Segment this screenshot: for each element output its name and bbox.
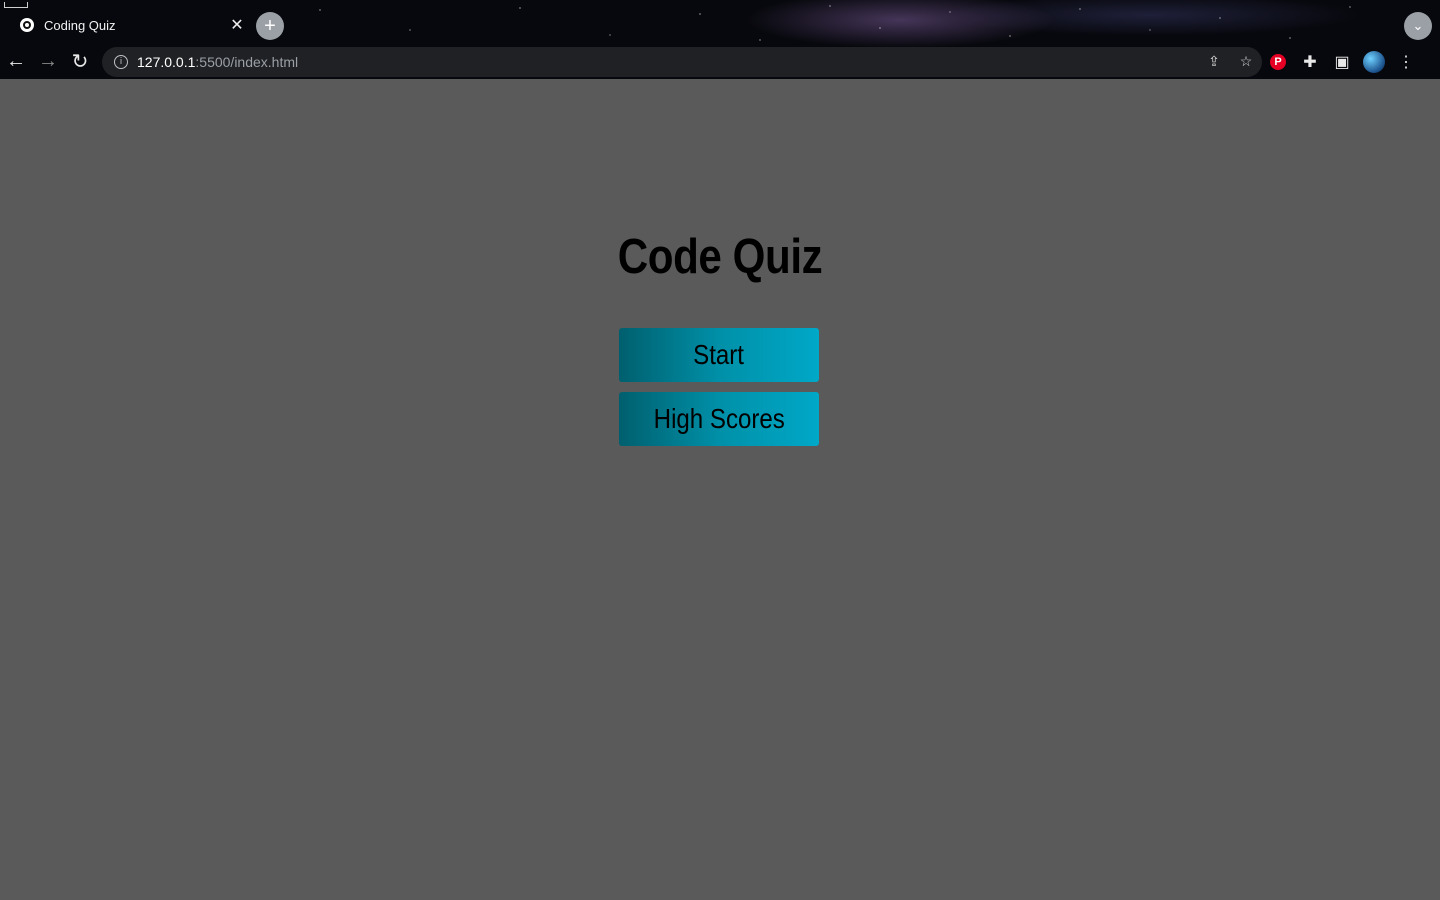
page-viewport: Code Quiz Start High Scores xyxy=(0,79,1440,900)
start-button[interactable]: Start xyxy=(619,328,819,382)
close-icon[interactable]: ✕ xyxy=(226,15,248,35)
browser-menu-icon[interactable]: ⋮ xyxy=(1390,46,1422,78)
url-path: :5500/index.html xyxy=(195,53,299,70)
new-tab-button[interactable]: + xyxy=(256,12,284,40)
reload-button[interactable]: ↻ xyxy=(64,46,96,78)
browser-chrome: Coding Quiz ✕ + ⌄ ← → ↻ i 127.0.0.1:5500… xyxy=(0,0,1440,79)
address-bar[interactable]: i 127.0.0.1:5500/index.html ⇪ ☆ xyxy=(102,46,1262,77)
side-panel-icon[interactable]: ▣ xyxy=(1326,46,1358,78)
pinterest-extension-button[interactable]: P xyxy=(1262,46,1294,78)
tab-title: Coding Quiz xyxy=(44,17,116,33)
start-button-label: Start xyxy=(693,339,745,370)
extensions-puzzle-icon[interactable]: ✚ xyxy=(1294,46,1326,78)
high-scores-button-label: High Scores xyxy=(653,403,785,434)
tab-coding-quiz[interactable]: Coding Quiz ✕ xyxy=(8,8,248,42)
bookmark-star-icon[interactable]: ☆ xyxy=(1230,53,1262,70)
profile-avatar-button[interactable] xyxy=(1358,46,1390,78)
tab-search-button[interactable]: ⌄ xyxy=(1404,12,1432,40)
pinterest-icon: P xyxy=(1270,53,1286,70)
site-info-icon[interactable]: i xyxy=(114,54,128,69)
high-scores-button[interactable]: High Scores xyxy=(619,392,819,446)
globe-icon xyxy=(20,18,34,32)
forward-button[interactable]: → xyxy=(32,46,64,78)
back-button[interactable]: ← xyxy=(0,46,32,78)
page-title: Code Quiz xyxy=(617,230,823,284)
browser-toolbar: ← → ↻ i 127.0.0.1:5500/index.html ⇪ ☆ P … xyxy=(0,44,1440,79)
share-icon[interactable]: ⇪ xyxy=(1198,53,1230,70)
avatar xyxy=(1363,50,1385,73)
url-host: 127.0.0.1 xyxy=(137,53,196,70)
